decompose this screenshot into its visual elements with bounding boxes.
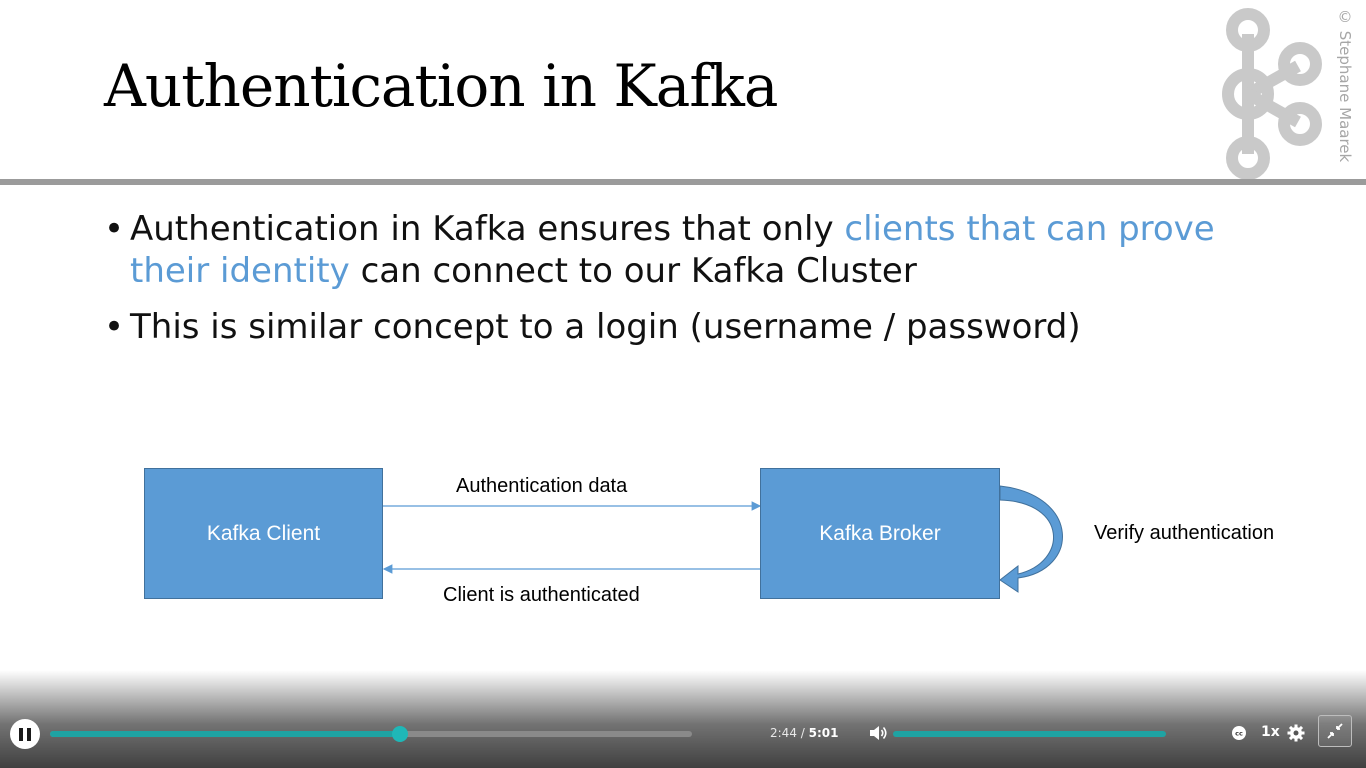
progress-fill [50, 731, 400, 737]
duration: 5:01 [808, 726, 839, 740]
player-controls [0, 670, 1366, 768]
pause-button[interactable] [10, 719, 40, 749]
svg-text:cc: cc [1235, 730, 1243, 738]
pause-icon-bar [27, 727, 31, 741]
current-time: 2:44 [770, 726, 797, 740]
closed-captions-icon[interactable]: cc [1231, 726, 1247, 740]
exit-fullscreen-icon [1327, 723, 1343, 739]
kafka-client-label: Kafka Client [206, 521, 321, 545]
volume-fill [893, 731, 1166, 737]
exit-fullscreen-button[interactable] [1318, 715, 1352, 747]
volume-icon[interactable] [868, 724, 888, 742]
kafka-client-box: Kafka Client [144, 468, 383, 599]
kafka-broker-label: Kafka Broker [819, 521, 941, 545]
time-separator: / [796, 726, 809, 740]
verify-loop-arrow [999, 485, 1063, 593]
progress-bar[interactable] [50, 726, 692, 742]
gear-icon[interactable] [1287, 724, 1305, 742]
time-display: 2:44 / 5:01 [770, 726, 838, 740]
volume-slider[interactable] [893, 731, 1166, 737]
kafka-broker-box: Kafka Broker [760, 468, 1000, 599]
verify-label: Verify authentication [1094, 522, 1275, 544]
progress-handle[interactable] [391, 726, 408, 742]
slide: Authentication in Kafka © Stephane Maare… [0, 0, 1366, 768]
diagram-arrows [382, 485, 1063, 593]
playback-speed-button[interactable]: 1x [1261, 724, 1280, 740]
request-label: Authentication data [456, 475, 628, 497]
response-label: Client is authenticated [443, 584, 640, 606]
pause-icon [19, 727, 23, 741]
